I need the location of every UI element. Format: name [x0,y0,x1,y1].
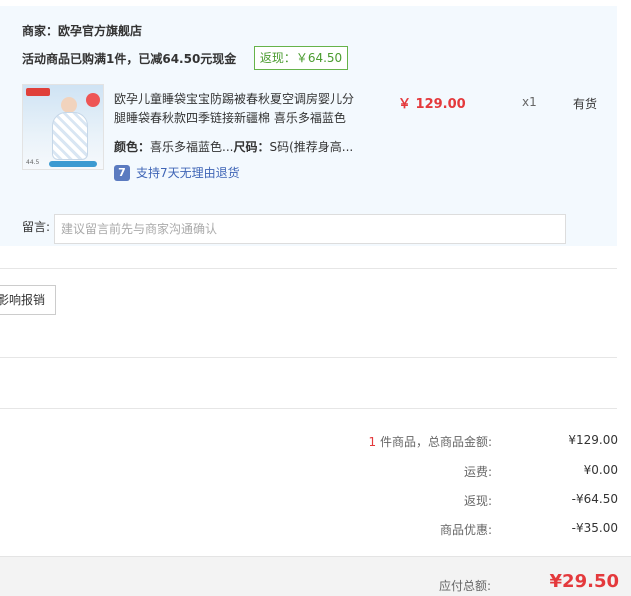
discount-value: -¥35.00 [571,521,618,535]
divider [0,268,617,269]
checkout-page: 商家：欧孕官方旗舰店 活动商品已购满1件，已减64.50元现金 返现：￥64.5… [0,0,631,596]
rebate-value: -¥64.50 [571,492,618,506]
divider [0,357,617,358]
total-value: ¥29.50 [549,571,619,592]
product-price: ￥ 129.00 [398,97,466,112]
items-label-text: 件商品，总商品金额: [376,435,492,449]
product-specs: 颜色：喜乐多福蓝色...尺码：S码(推荐身高... [114,138,353,155]
invoice-button[interactable]: 影响报销 [0,285,56,315]
size-value: S码(推荐身高... [269,140,354,154]
summary-items-row: 1 件商品，总商品金额: ¥129.00 [0,433,620,453]
shipping-value: ¥0.00 [583,463,618,477]
sleeping-bag-icon [52,112,88,160]
thumbnail-banner [49,161,97,167]
divider [0,408,617,409]
size-label: 尺码： [233,140,270,154]
promo-badge-icon [86,93,100,107]
seven-day-return-icon: 7 [114,164,130,181]
rebate-tag: 返现：￥64.50 [254,46,348,70]
discount-label: 商品优惠: [439,523,492,537]
items-count: 1 [368,435,377,449]
thumbnail-price: 44.5 [26,159,40,166]
total-label: 应付总额: [438,579,491,593]
brand-logo-icon [26,88,50,96]
color-value: 喜乐多福蓝色... [150,140,234,154]
child-head-icon [61,97,77,113]
merchant-name: 商家：欧孕官方旗舰店 [22,24,143,38]
shipping-label: 运费: [463,465,492,479]
summary-shipping-row: 运费: ¥0.00 [0,463,620,483]
color-label: 颜色： [114,140,151,154]
promo-text: 活动商品已购满1件，已减64.50元现金 [22,52,237,66]
store-block: 商家：欧孕官方旗舰店 活动商品已购满1件，已减64.50元现金 返现：￥64.5… [0,6,617,246]
summary-rebate-row: 返现: -¥64.50 [0,492,620,512]
product-quantity: x1 [522,95,537,109]
message-label: 留言: [22,220,51,234]
product-thumbnail[interactable]: 44.5 [22,84,104,170]
return-policy[interactable]: 7 支持7天无理由退货 [114,164,240,181]
rebate-label: 返现: [463,494,492,508]
product-title[interactable]: 欧孕儿童睡袋宝宝防踢被春秋夏空调房婴儿分腿睡袋春秋款四季链接新疆棉 喜乐多福蓝色 [114,90,364,128]
items-label: 1 件商品，总商品金额: [369,433,493,450]
stock-status: 有货 [573,97,598,111]
return-policy-text: 支持7天无理由退货 [136,166,240,180]
items-value: ¥129.00 [568,433,618,447]
message-input[interactable] [54,214,566,244]
total-bar: 应付总额: ¥29.50 [0,556,631,596]
summary-discount-row: 商品优惠: -¥35.00 [0,521,620,541]
